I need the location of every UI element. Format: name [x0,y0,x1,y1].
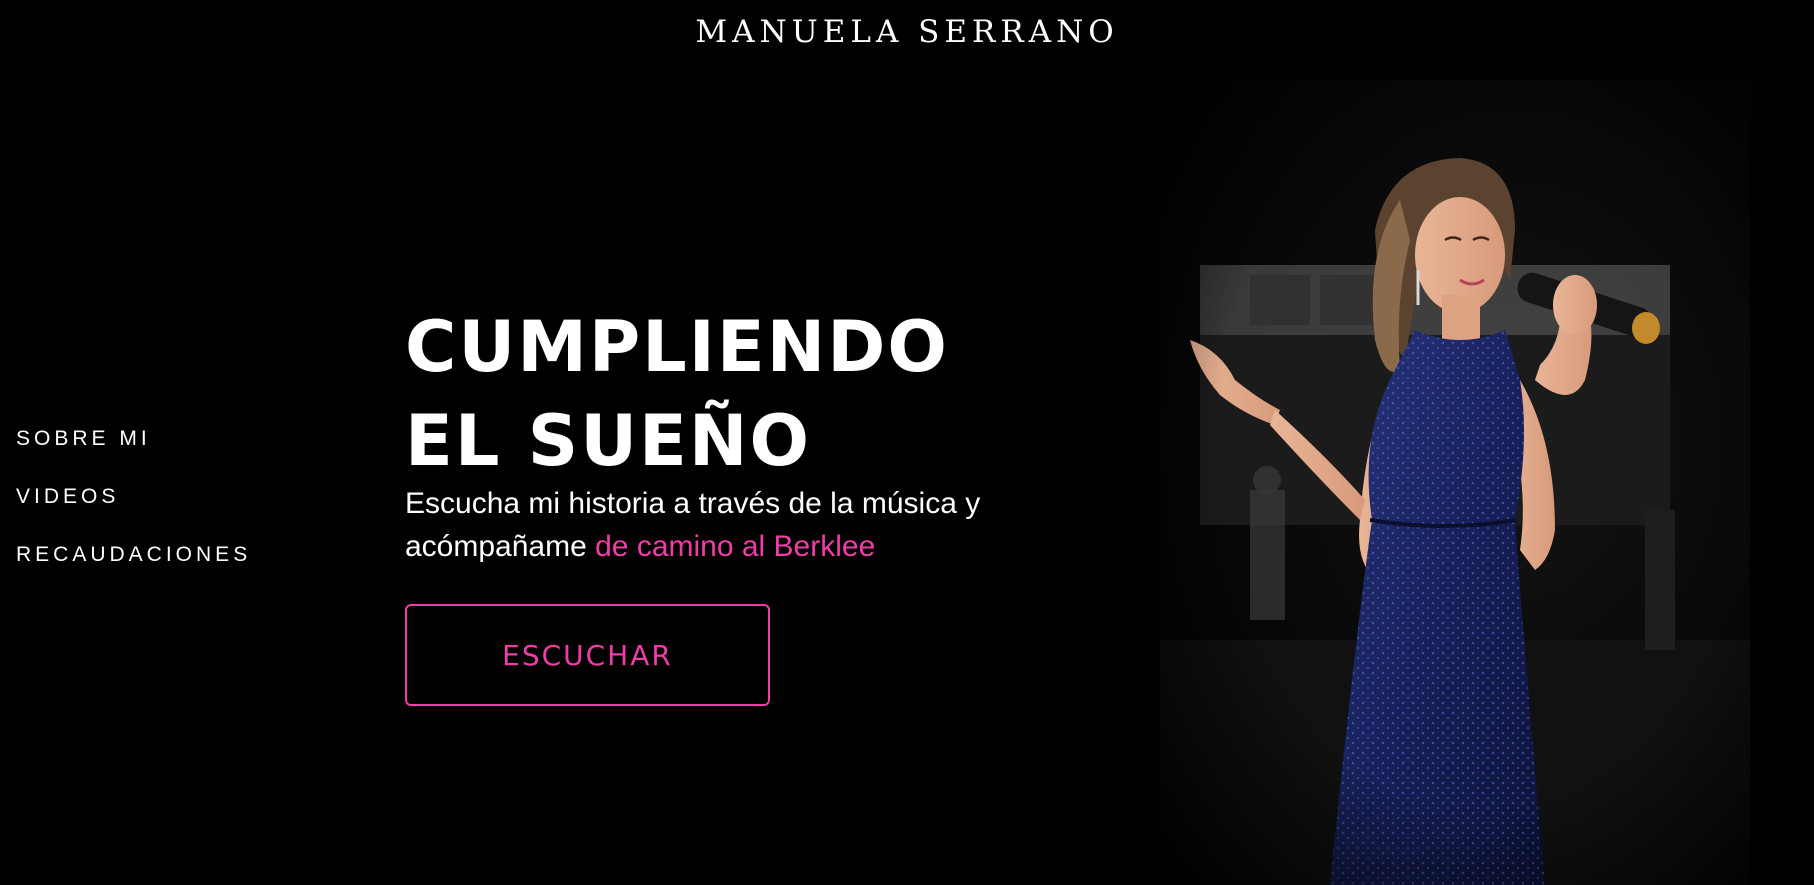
landing-page: MANUELA SERRANO SOBRE MI VIDEOS RECAUDAC… [0,0,1814,885]
hero-subtitle: Escucha mi historia a través de la músic… [405,482,1045,568]
hero-title-line-1: CUMPLIENDO [405,306,949,388]
nav-item-videos[interactable]: VIDEOS [16,482,251,512]
nav-item-sobre-mi[interactable]: SOBRE MI [16,424,251,454]
hero-subtitle-line-1: Escucha mi historia a través de la músic… [405,487,981,520]
nav-item-recaudaciones[interactable]: RECAUDACIONES [16,540,251,570]
hero-title-line-2: EL SUEÑO [405,400,811,482]
side-navigation: SOBRE MI VIDEOS RECAUDACIONES [16,424,251,570]
hero-subtitle-line-2: acómpañame [405,530,596,563]
listen-button[interactable]: ESCUCHAR [405,604,770,706]
hero-section: CUMPLIENDO EL SUEÑO Escucha mi historia … [405,300,1045,568]
site-logo-text[interactable]: MANUELA SERRANO [0,12,1814,52]
hero-title: CUMPLIENDO EL SUEÑO [405,300,1045,488]
hero-photo [1160,80,1750,885]
hero-subtitle-accent: de camino al Berklee [595,530,876,563]
singer-illustration [1160,80,1750,885]
